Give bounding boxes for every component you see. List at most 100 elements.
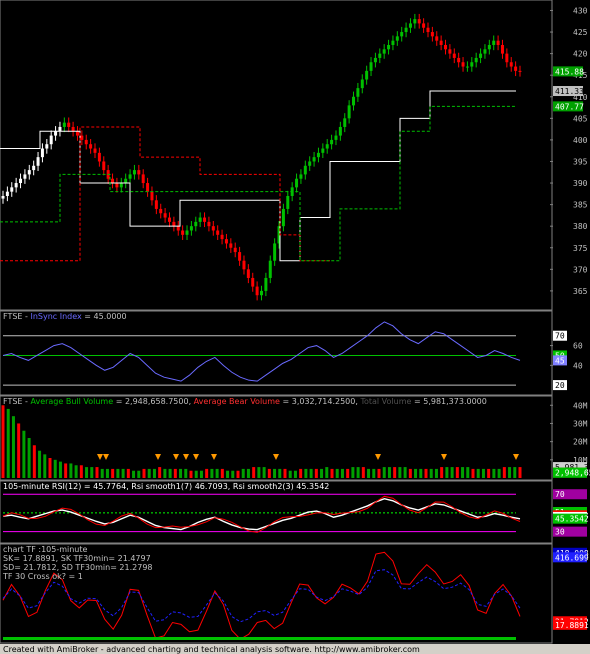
- volume-bar: [330, 468, 334, 478]
- volume-bar: [487, 468, 491, 478]
- volume-value-tags: 5,981,3733,032,7142,948,6592,948,659: [553, 462, 590, 478]
- volume-bar: [158, 467, 162, 478]
- candle-body: [115, 183, 119, 188]
- candle-body: [509, 62, 513, 67]
- candle-body: [163, 213, 167, 218]
- volume-bar: [168, 468, 172, 478]
- candle-body: [360, 79, 364, 89]
- candle-body: [97, 152, 101, 162]
- candle-body: [413, 19, 417, 24]
- volume-bar: [377, 468, 381, 478]
- volume-bar: [231, 470, 235, 478]
- tick-label: 405: [573, 114, 588, 123]
- volume-bar: [38, 450, 42, 478]
- tick-label: 40: [573, 361, 583, 370]
- pane-title: FTSE - Average Bull Volume = 2,948,658.7…: [3, 397, 487, 406]
- volume-bar: [403, 467, 407, 478]
- stochastic-title-line: chart TF :105-minute: [3, 545, 88, 554]
- candle-body: [207, 221, 211, 227]
- insync-pane-frame: [0, 310, 553, 396]
- value-tag-text: 411.33: [555, 87, 584, 96]
- volume-title: FTSE - Average Bull Volume = 2,948,658.7…: [3, 397, 487, 406]
- volume-bar: [6, 408, 10, 478]
- volume-bar: [173, 468, 177, 478]
- footer-credit: Created with AmiBroker - advanced charti…: [3, 645, 420, 654]
- candle-body: [400, 32, 404, 37]
- value-tag: 416.699: [553, 552, 589, 563]
- volume-bar: [372, 468, 376, 478]
- volume-bar: [79, 465, 83, 478]
- volume-bar: [361, 467, 365, 478]
- candle-body: [251, 277, 255, 287]
- volume-bar: [476, 468, 480, 478]
- value-tag-text: 415.88: [555, 67, 584, 76]
- candle-body: [312, 157, 316, 162]
- tick-label: 400: [573, 136, 588, 145]
- candle-body: [365, 70, 369, 80]
- candle-body: [281, 208, 285, 227]
- candle-body: [167, 217, 171, 222]
- candle-body: [137, 170, 141, 175]
- tick-label: 365: [573, 287, 588, 296]
- volume-bar: [142, 468, 146, 478]
- candle-body: [343, 118, 347, 127]
- volume-bar: [450, 467, 454, 478]
- tick-label: 40M: [573, 401, 588, 410]
- volume-pane[interactable]: FTSE - Average Bull Volume = 2,948,658.7…: [0, 395, 590, 481]
- tick-label: 420: [573, 50, 588, 59]
- candle-body: [84, 139, 88, 145]
- candle-body: [220, 234, 224, 240]
- title-part-1: InSync Index: [30, 312, 82, 321]
- volume-bar: [408, 468, 412, 478]
- candle-body: [286, 195, 290, 209]
- volume-bar: [502, 467, 506, 478]
- rsi-pane[interactable]: 105-minute RSI(12) = 45.7764, Rsi smooth…: [0, 480, 589, 544]
- volume-bar: [497, 468, 501, 478]
- volume-bar: [273, 468, 277, 478]
- candle-body: [422, 23, 426, 28]
- candle-body: [316, 152, 320, 158]
- volume-bar: [466, 467, 470, 478]
- volume-bar: [64, 463, 68, 478]
- tick-label: 390: [573, 179, 588, 188]
- volume-bar: [27, 438, 31, 478]
- candle-body: [325, 144, 329, 149]
- volume-bar: [414, 468, 418, 478]
- candle-body: [295, 178, 299, 188]
- candle-body: [465, 66, 469, 68]
- stochastic-title-line: SK= 17.8891, SK TF30min= 21.4797: [3, 554, 151, 563]
- volume-bar: [194, 470, 198, 478]
- volume-bar: [53, 459, 57, 478]
- volume-bar: [163, 468, 167, 478]
- title-part-1: Rsi smooth1(7) 46.7093,: [131, 482, 233, 491]
- candle-body: [435, 36, 439, 41]
- candle-body: [146, 183, 150, 192]
- title-part-5: Total Volume: [359, 397, 411, 406]
- signal-strip: [3, 637, 516, 640]
- tick-label: 370: [573, 265, 588, 274]
- candle-body: [426, 27, 430, 33]
- volume-bar: [179, 468, 183, 478]
- volume-bar: [226, 470, 230, 478]
- candle-body: [352, 96, 356, 106]
- stochastic-pane[interactable]: chart TF :105-minuteSK= 17.8891, SK TF30…: [0, 543, 589, 644]
- candle-body: [417, 19, 421, 24]
- candle-body: [203, 217, 207, 222]
- title-part-3: Average Bear Volume: [194, 397, 280, 406]
- candle-body: [233, 247, 237, 253]
- volume-bar: [518, 467, 522, 478]
- volume-bar: [1, 405, 5, 478]
- tick-label: 380: [573, 222, 588, 231]
- value-tag: 407.77: [553, 101, 584, 112]
- candle-body: [457, 57, 461, 63]
- volume-bar: [241, 468, 245, 478]
- candle-body: [14, 183, 18, 188]
- candle-body: [75, 131, 79, 136]
- volume-bar: [132, 470, 136, 478]
- volume-bar: [116, 468, 120, 478]
- candle-body: [185, 230, 189, 235]
- volume-bar: [440, 467, 444, 478]
- price-pane[interactable]: 4304254204154104054003953903853803753703…: [0, 0, 588, 311]
- candle-body: [111, 178, 115, 184]
- insync-pane[interactable]: FTSE - InSync Index = 45.0000 6040 70504…: [0, 310, 583, 396]
